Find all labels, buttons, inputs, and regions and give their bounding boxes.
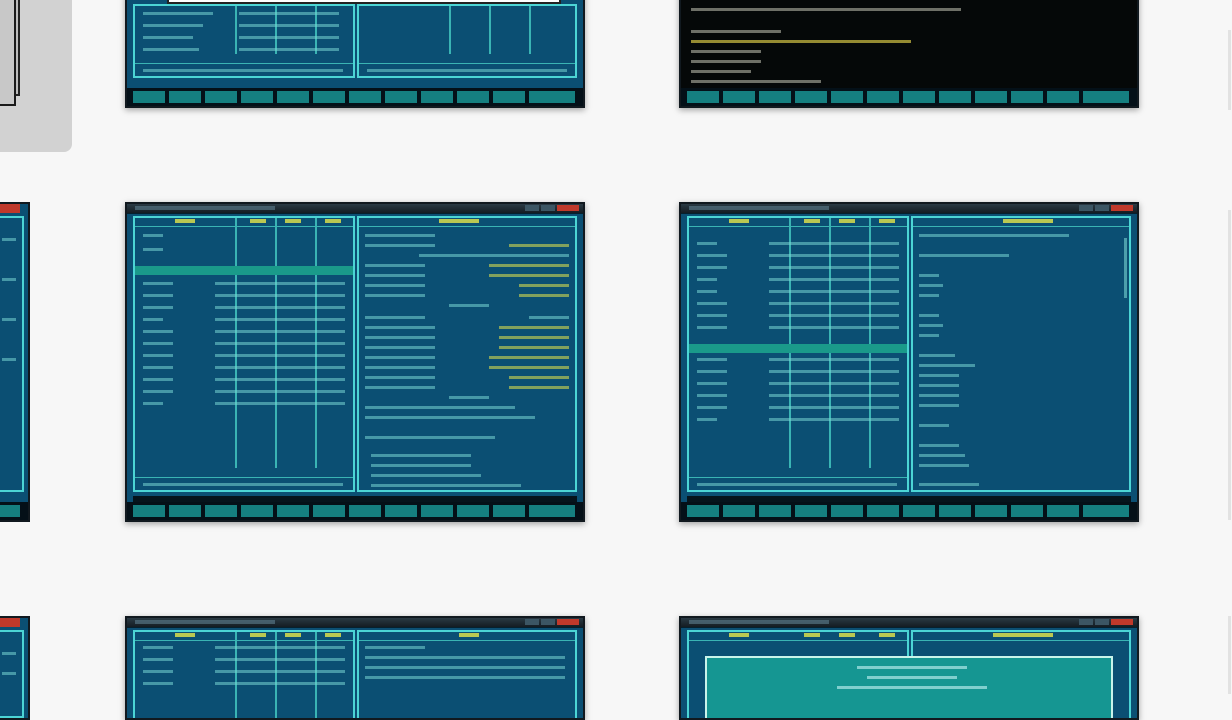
fkey[interactable] [1011,91,1043,103]
fkey[interactable] [529,505,575,517]
thumb-top-center[interactable] [125,0,585,108]
fkey[interactable] [529,91,575,103]
fkey[interactable] [831,91,863,103]
thumb-bottom-center[interactable] [125,616,585,720]
fkey[interactable] [277,91,309,103]
fkey[interactable] [169,505,201,517]
close-icon[interactable] [1111,619,1133,625]
fkey[interactable] [723,505,755,517]
info-panel-right [357,216,577,492]
fkey[interactable] [205,91,237,103]
fkey[interactable] [759,505,791,517]
function-key-bar [127,88,583,106]
edge-strip [1228,210,1231,520]
fkey[interactable] [1047,91,1079,103]
fkey[interactable] [1083,505,1129,517]
fkey[interactable] [493,505,525,517]
fkey[interactable] [385,91,417,103]
fkey[interactable] [349,505,381,517]
fkey[interactable] [457,91,489,103]
fkey[interactable] [1011,505,1043,517]
edge-strip [1228,30,1231,110]
title-bar [681,204,1137,214]
fkey[interactable] [939,91,971,103]
fkey[interactable] [939,505,971,517]
fkey[interactable] [169,91,201,103]
thumb-middle-right[interactable] [679,202,1139,522]
function-key-bar [681,88,1137,106]
fkey[interactable] [1047,505,1079,517]
fkey[interactable] [795,91,827,103]
thumb-middle-center[interactable] [125,202,585,522]
file-panel-left [133,216,355,492]
thumb-bottom-left-partial[interactable] [0,616,30,720]
fkey[interactable] [349,91,381,103]
file-panel-left [133,4,355,78]
fkey[interactable] [867,505,899,517]
close-icon[interactable] [557,205,579,211]
fkey[interactable] [277,505,309,517]
viewer-panel-right [357,630,577,718]
fkey[interactable] [241,505,273,517]
fkey[interactable] [723,91,755,103]
close-icon[interactable] [557,619,579,625]
fkey[interactable] [133,505,165,517]
file-panel-left [133,630,355,718]
file-panel-right [357,4,577,78]
fkey[interactable] [421,91,453,103]
window-preview-inner [0,0,16,106]
fkey[interactable] [313,91,345,103]
fkey[interactable] [133,91,165,103]
edge-strip [1228,616,1231,694]
fkey[interactable] [313,505,345,517]
fkey[interactable] [687,91,719,103]
close-icon[interactable] [1111,205,1133,211]
function-key-bar [681,502,1137,520]
screenshot-gallery: { "gallery": { "title": "", "description… [0,0,1232,720]
fkey[interactable] [241,91,273,103]
fkey[interactable] [421,505,453,517]
about-dialog [705,656,1113,718]
title-bar [127,618,583,628]
thumb-top-left-partial[interactable] [0,0,72,152]
function-key-bar [127,502,583,520]
fkey[interactable] [975,505,1007,517]
viewer-panel-right [911,216,1131,492]
fkey[interactable] [903,505,935,517]
thumb-top-right-editor[interactable] [679,0,1139,108]
fkey[interactable] [457,505,489,517]
title-bar [127,204,583,214]
title-bar [681,618,1137,628]
fkey[interactable] [903,91,935,103]
fkey[interactable] [205,505,237,517]
fkey[interactable] [1083,91,1129,103]
thumb-middle-left-partial[interactable] [0,202,30,522]
fkey[interactable] [867,91,899,103]
fkey[interactable] [759,91,791,103]
fkey[interactable] [687,505,719,517]
fkey[interactable] [975,91,1007,103]
selected-row[interactable] [689,344,907,353]
file-panel-left [687,216,909,492]
fkey[interactable] [493,91,525,103]
fkey[interactable] [385,505,417,517]
thumb-bottom-right-dialog[interactable] [679,616,1139,720]
selected-row[interactable] [135,266,353,275]
fkey[interactable] [795,505,827,517]
fkey[interactable] [831,505,863,517]
